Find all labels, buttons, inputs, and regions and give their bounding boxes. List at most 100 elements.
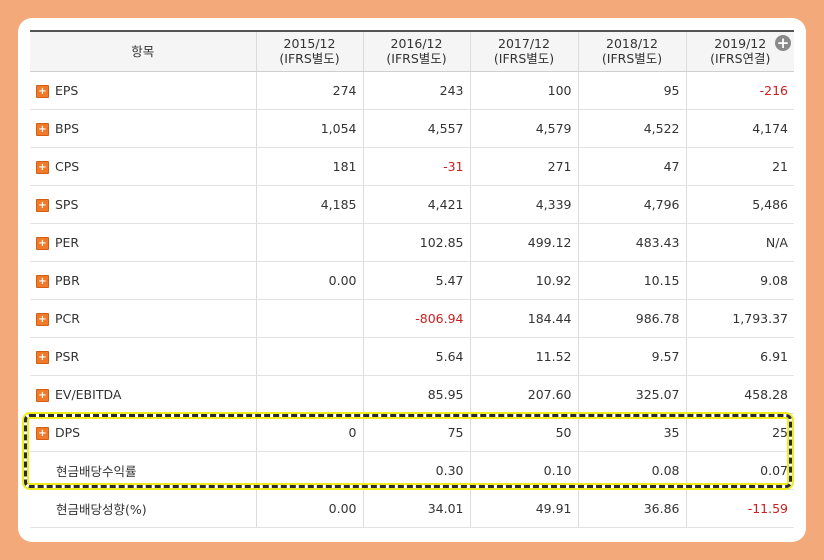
row-label-cell[interactable]: + PCR: [30, 299, 256, 338]
cell-value: 0.10: [543, 462, 572, 478]
value-cell: 9.08: [685, 261, 794, 300]
row-label-cell[interactable]: + EPS: [30, 71, 256, 110]
value-cell: 0.30: [362, 451, 470, 490]
header-year: 2015/12: [283, 36, 336, 52]
value-cell: 458.28: [685, 375, 794, 414]
expand-plus-icon[interactable]: +: [36, 84, 49, 98]
cell-value: 100: [547, 82, 572, 98]
cell-value: -806.94: [415, 310, 464, 326]
value-cell: -11.59: [685, 489, 794, 528]
table-body: + EPS 274 243 100 95 -216 + BPS 1,054 4,557 4,579 4,…: [30, 71, 794, 528]
value-cell: [255, 223, 363, 262]
value-cell: 271: [469, 147, 578, 186]
value-cell: 75: [362, 413, 470, 452]
value-cell: 184.44: [469, 299, 578, 338]
cell-value: 325.07: [635, 386, 680, 402]
row-label: EPS: [55, 82, 79, 98]
table-row: + PER 102.85 499.12 483.43 N/A: [30, 223, 794, 262]
table-header: 항목 2015/12 (IFRS별도) 2016/12 (IFRS별도) 201…: [30, 30, 794, 72]
row-label-cell[interactable]: + PSR: [30, 337, 256, 376]
header-basis: (IFRS별도): [601, 51, 663, 67]
header-basis: (IFRS연결): [710, 51, 771, 67]
header-col-2015: 2015/12 (IFRS별도): [255, 30, 363, 72]
cell-value: 35: [663, 424, 680, 440]
screenshot-frame: 항목 2015/12 (IFRS별도) 2016/12 (IFRS별도) 201…: [18, 18, 806, 542]
cell-value: 0: [348, 424, 357, 440]
cell-value: 75: [447, 424, 464, 440]
cell-value: 49.91: [535, 500, 572, 516]
value-cell: 0.10: [469, 451, 578, 490]
value-cell: -216: [685, 71, 794, 110]
expand-plus-icon[interactable]: +: [36, 312, 49, 326]
value-cell: 85.95: [362, 375, 470, 414]
header-basis: (IFRS별도): [386, 51, 447, 67]
value-cell: 6.91: [685, 337, 794, 376]
cell-value: 25: [772, 424, 788, 440]
header-year: 2018/12: [606, 36, 658, 52]
cell-value: 271: [547, 158, 572, 174]
value-cell: 181: [255, 147, 363, 186]
table-row: + EPS 274 243 100 95 -216: [30, 71, 794, 110]
value-cell: 0.08: [577, 451, 686, 490]
row-label-cell: 현금배당성향(%): [30, 489, 256, 528]
expand-plus-icon[interactable]: +: [36, 236, 49, 250]
cell-value: 4,796: [643, 196, 680, 212]
value-cell: 4,339: [469, 185, 578, 224]
expand-plus-icon[interactable]: +: [36, 122, 49, 136]
expand-plus-icon[interactable]: +: [36, 198, 49, 212]
value-cell: 9.57: [577, 337, 686, 376]
value-cell: -806.94: [362, 299, 470, 338]
row-label-cell[interactable]: + PER: [30, 223, 256, 262]
table-row: + BPS 1,054 4,557 4,579 4,522 4,174: [30, 109, 794, 148]
row-label: PER: [55, 234, 80, 250]
cell-value: 458.28: [744, 386, 788, 402]
value-cell: 0.07: [685, 451, 794, 490]
row-label: 현금배당수익률: [56, 463, 137, 479]
value-cell: [255, 337, 363, 376]
value-cell: 5.64: [362, 337, 470, 376]
cell-value: 243: [439, 82, 464, 98]
cell-value: 483.43: [635, 234, 680, 250]
cell-value: -31: [443, 158, 464, 174]
cell-value: 34.01: [427, 500, 464, 516]
row-label: PCR: [55, 310, 80, 326]
value-cell: [255, 375, 363, 414]
value-cell: [255, 299, 363, 338]
row-label: 현금배당성향(%): [56, 501, 147, 517]
value-cell: 50: [469, 413, 578, 452]
value-cell: 102.85: [362, 223, 470, 262]
row-label-cell[interactable]: + CPS: [30, 147, 256, 186]
cell-value: 21: [772, 158, 788, 174]
cell-value: 0.00: [328, 272, 357, 288]
row-label-cell[interactable]: + BPS: [30, 109, 256, 148]
value-cell: 0: [255, 413, 363, 452]
value-cell: 5,486: [685, 185, 794, 224]
row-label-cell[interactable]: + EV/EBITDA: [30, 375, 256, 414]
header-row: 항목 2015/12 (IFRS별도) 2016/12 (IFRS별도) 201…: [30, 30, 794, 72]
cell-value: 50: [555, 424, 572, 440]
expand-plus-icon[interactable]: +: [36, 350, 49, 364]
table-row: + PBR 0.00 5.47 10.92 10.15 9.08: [30, 261, 794, 300]
row-label-cell[interactable]: + DPS: [30, 413, 256, 452]
expand-plus-icon[interactable]: +: [36, 388, 49, 402]
cell-value: 36.86: [643, 500, 680, 516]
expand-plus-icon[interactable]: +: [36, 160, 49, 174]
cell-value: 9.57: [651, 348, 680, 364]
expand-plus-icon[interactable]: +: [36, 274, 49, 288]
value-cell: 274: [255, 71, 363, 110]
cell-value: 4,557: [427, 120, 464, 136]
value-cell: 4,557: [362, 109, 470, 148]
cell-value: -216: [759, 82, 788, 98]
value-cell: 47: [577, 147, 686, 186]
table-row: + PSR 5.64 11.52 9.57 6.91: [30, 337, 794, 376]
row-label-cell[interactable]: + SPS: [30, 185, 256, 224]
value-cell: 5.47: [362, 261, 470, 300]
expand-plus-icon[interactable]: +: [36, 426, 49, 440]
financial-ratio-table: 항목 2015/12 (IFRS별도) 2016/12 (IFRS별도) 201…: [30, 30, 794, 528]
cell-value: 102.85: [419, 234, 464, 250]
plus-circle-icon[interactable]: +: [775, 35, 791, 51]
cell-value: 4,522: [643, 120, 680, 136]
value-cell: 21: [685, 147, 794, 186]
cell-value: 1,793.37: [732, 310, 788, 326]
row-label-cell[interactable]: + PBR: [30, 261, 256, 300]
